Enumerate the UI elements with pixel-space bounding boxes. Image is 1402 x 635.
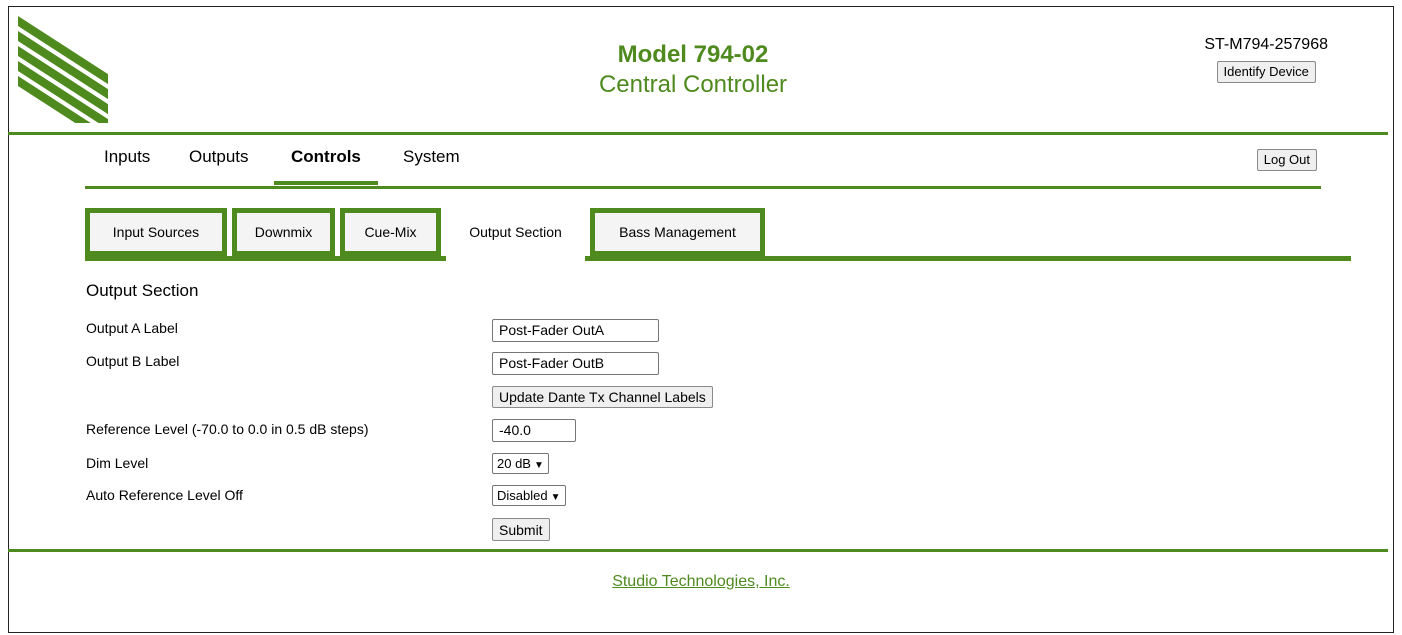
nav-divider [85,186,1321,189]
chevron-down-icon: ▼ [533,460,544,471]
main-nav: Inputs Outputs Controls System [85,140,1321,188]
dim-level-select[interactable]: 20 dB ▼ [492,453,549,474]
tab-output-section[interactable]: Output Section [446,208,585,261]
output-a-label: Output A Label [86,320,178,336]
tabs-divider-left [85,256,446,261]
tab-downmix[interactable]: Downmix [232,208,335,256]
nav-system[interactable]: System [386,140,477,185]
submit-button[interactable]: Submit [492,518,550,541]
footer-divider [8,549,1388,552]
reference-level-label: Reference Level (-70.0 to 0.0 in 0.5 dB … [86,421,369,437]
reference-level-input[interactable]: -40.0 [492,419,576,442]
update-dante-labels-button[interactable]: Update Dante Tx Channel Labels [492,386,713,408]
controls-tabs: Input Sources Downmix Cue-Mix Output Sec… [85,208,1351,264]
page-frame [8,6,1394,633]
auto-reference-select[interactable]: Disabled ▼ [492,485,566,506]
product-subtitle: Central Controller [598,71,788,98]
output-a-input[interactable]: Post-Fader OutA [492,319,659,342]
header-divider [8,132,1388,135]
studio-technologies-logo [18,16,108,123]
dim-level-label: Dim Level [86,455,149,471]
device-id: ST-M794-257968 [1204,36,1328,53]
dim-level-value: 20 dB [497,456,531,471]
auto-reference-value: Disabled [497,488,548,503]
auto-reference-label: Auto Reference Level Off [86,487,243,503]
tab-cue-mix[interactable]: Cue-Mix [340,208,441,256]
output-b-label: Output B Label [86,353,180,369]
nav-controls[interactable]: Controls [274,140,378,185]
log-out-button[interactable]: Log Out [1256,149,1317,171]
output-b-input[interactable]: Post-Fader OutB [492,352,659,375]
company-link[interactable]: Studio Technologies, Inc. [0,573,1402,591]
tab-bass-management[interactable]: Bass Management [590,208,765,256]
nav-inputs[interactable]: Inputs [87,140,167,185]
tab-input-sources[interactable]: Input Sources [85,208,227,256]
device-info: ST-M794-257968 Identify Device [1204,36,1328,83]
tabs-divider-right [585,256,1351,261]
page-header-title: Model 794-02 Central Controller [560,40,826,100]
identify-device-button[interactable]: Identify Device [1216,61,1316,83]
nav-outputs[interactable]: Outputs [172,140,266,185]
model-title: Model 794-02 [617,41,769,68]
section-title: Output Section [86,281,199,300]
chevron-down-icon: ▼ [550,492,561,503]
